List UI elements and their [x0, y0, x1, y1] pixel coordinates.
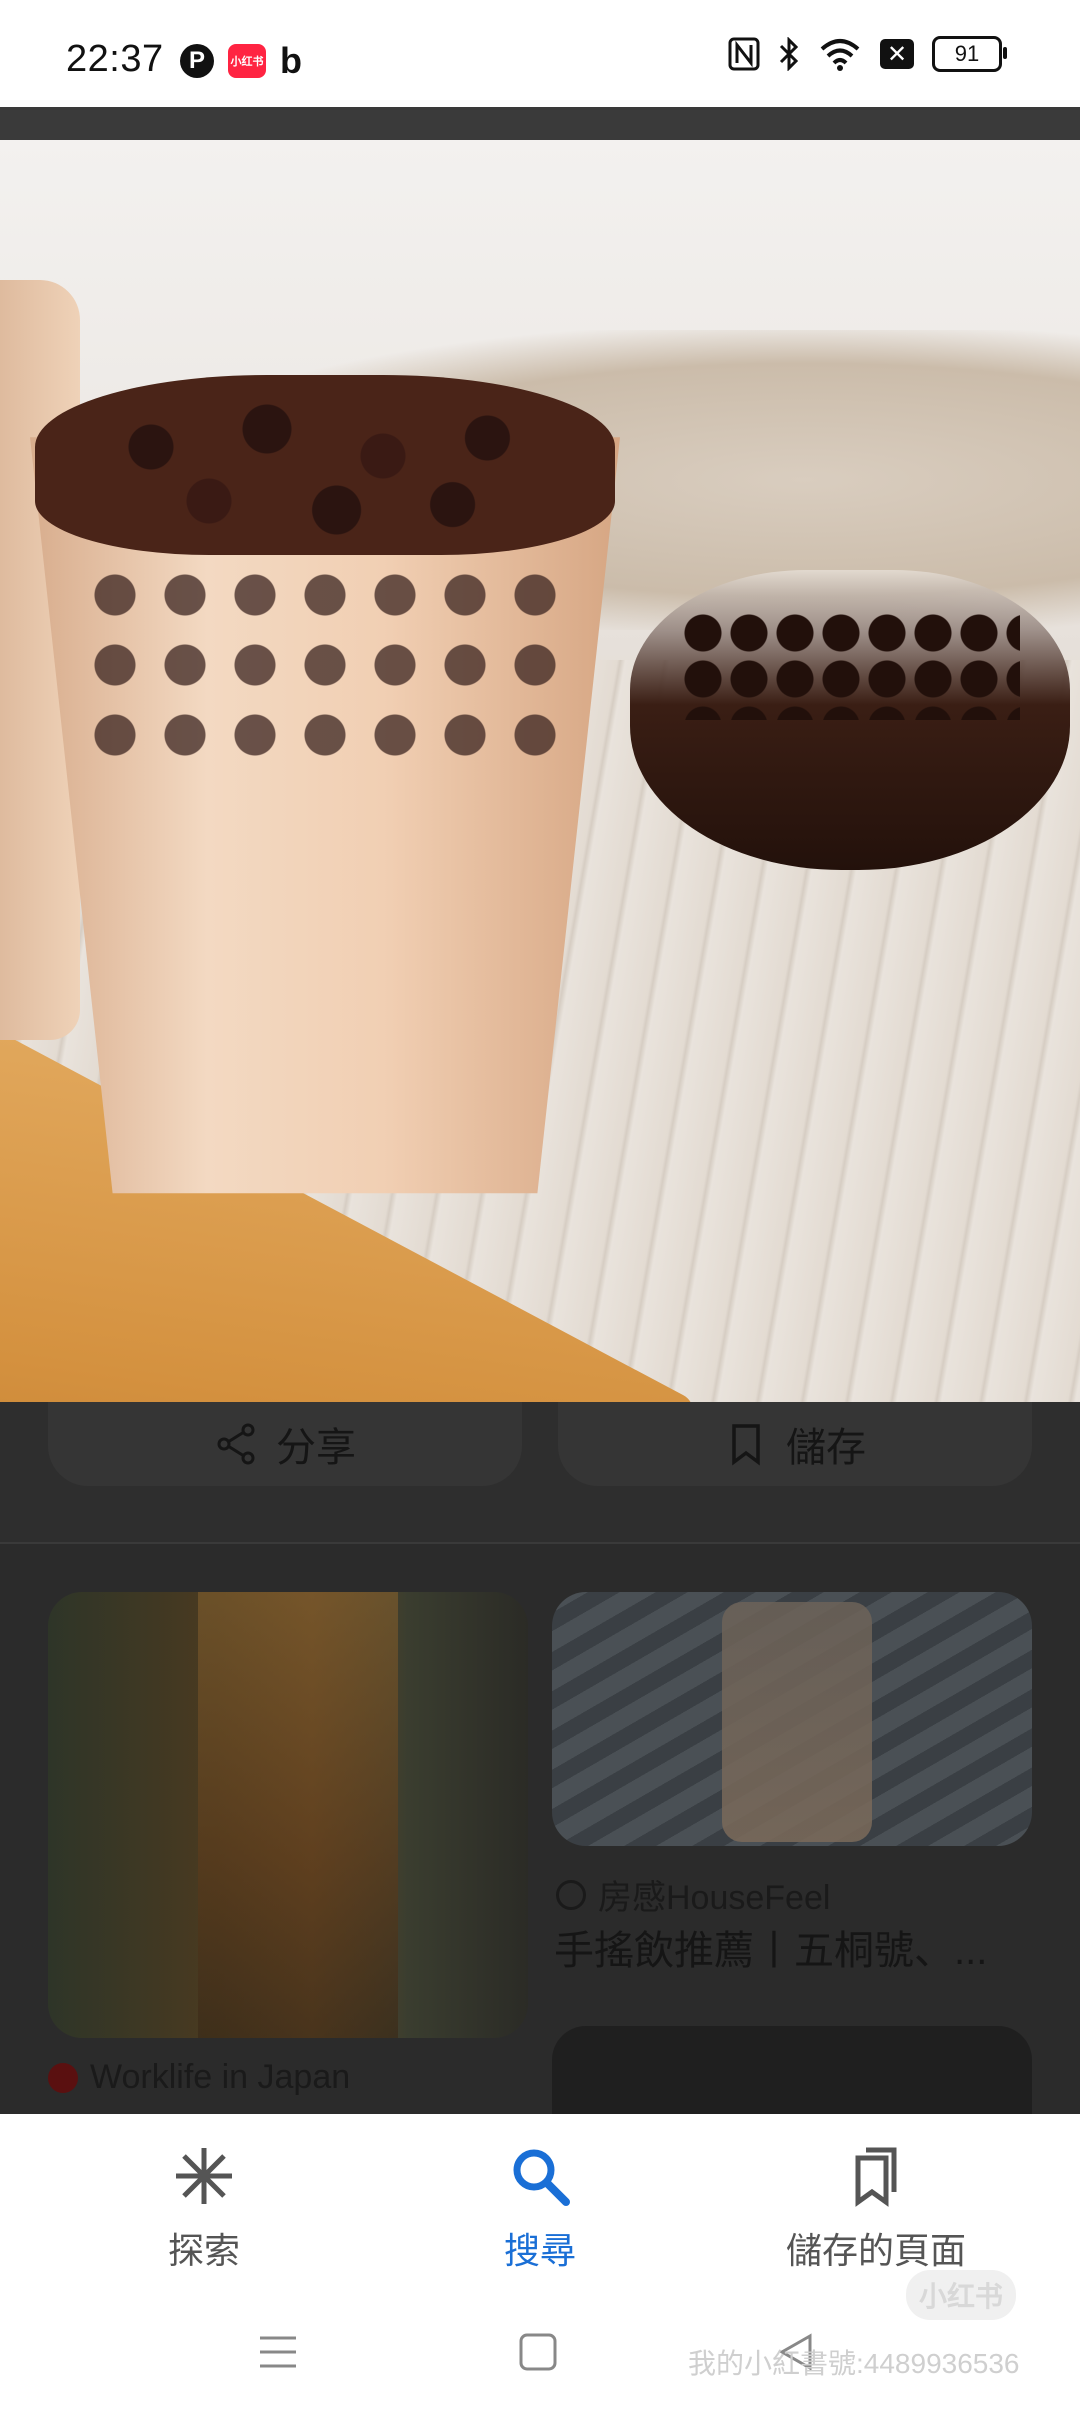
xiaohongshu-icon: 小红书 [228, 44, 266, 78]
dim-strip [0, 107, 1080, 140]
status-bar: 22:37 P 小红书 b ✕ 91 [0, 0, 1080, 107]
globe-icon [556, 1879, 586, 1910]
nav-explore-label: 探索 [167, 2230, 240, 2271]
close-box-icon: ✕ [880, 39, 914, 69]
saved-pages-icon [855, 2147, 897, 2207]
result-thumbnail-worklife[interactable] [48, 1592, 528, 2038]
share-icon [217, 1423, 255, 1465]
pinterest-icon: P [180, 44, 214, 78]
bowl-pearls [680, 610, 1020, 720]
menu-icon [260, 2336, 296, 2368]
site-logo-icon [48, 2062, 78, 2093]
result-source-housefeel[interactable]: 房感HouseFeel [556, 1870, 830, 1919]
result-thumbnail-housefeel[interactable] [552, 1592, 1032, 1846]
status-time: 22:37 [66, 38, 164, 80]
pearls-in-cup [80, 560, 580, 780]
recent-apps-button[interactable] [248, 2322, 308, 2382]
nav-explore[interactable]: 探索 [54, 2144, 354, 2274]
result-title-housefeel[interactable]: 手搖飲推薦丨五桐號、... [554, 1918, 1024, 1976]
bluetooth-icon [779, 37, 799, 71]
result-source-label: Worklife in Japan [90, 2058, 351, 2096]
search-icon [513, 2149, 570, 2206]
bubble-tea-image[interactable] [0, 140, 1080, 1402]
related-results: 房感HouseFeel 手搖飲推薦丨五桐號、... Worklife in Ja… [0, 1544, 1080, 2114]
home-button[interactable] [508, 2322, 568, 2382]
system-icons: ✕ 91 [728, 36, 1007, 72]
home-square-icon [519, 2333, 557, 2371]
bookmark-icon [732, 1424, 760, 1466]
result-source-worklife[interactable]: Worklife in Japan [48, 2058, 350, 2097]
battery-icon: 91 [932, 36, 1007, 72]
nfc-icon [728, 37, 760, 71]
result-thumbnail-3[interactable] [552, 2026, 1032, 2114]
nav-saved-label: 儲存的頁面 [785, 2230, 966, 2271]
bottom-navigation: 探索 搜尋 儲存的頁面 [0, 2114, 1080, 2294]
notification-icons: P 小红书 b [180, 40, 306, 82]
save-button[interactable]: 儲存 [558, 1402, 1032, 1486]
result-source-label: 房感HouseFeel [598, 1879, 831, 1917]
share-button[interactable]: 分享 [48, 1402, 522, 1486]
bing-icon: b [280, 40, 302, 81]
wifi-icon [820, 39, 860, 71]
save-label: 儲存 [786, 1426, 866, 1470]
nav-search[interactable]: 搜尋 [390, 2144, 690, 2274]
nav-search-label: 搜尋 [503, 2230, 576, 2271]
tapioca-pearls-top [35, 375, 615, 555]
nav-saved-pages[interactable]: 儲存的頁面 [726, 2144, 1026, 2274]
watermark-text: 我的小紅書號:4489936536 [688, 2348, 1020, 2379]
asterisk-icon [176, 2148, 232, 2204]
image-actions: 分享 儲存 [0, 1402, 1080, 1544]
watermark-logo: 小红书 [906, 2270, 1016, 2320]
share-label: 分享 [276, 1426, 356, 1470]
